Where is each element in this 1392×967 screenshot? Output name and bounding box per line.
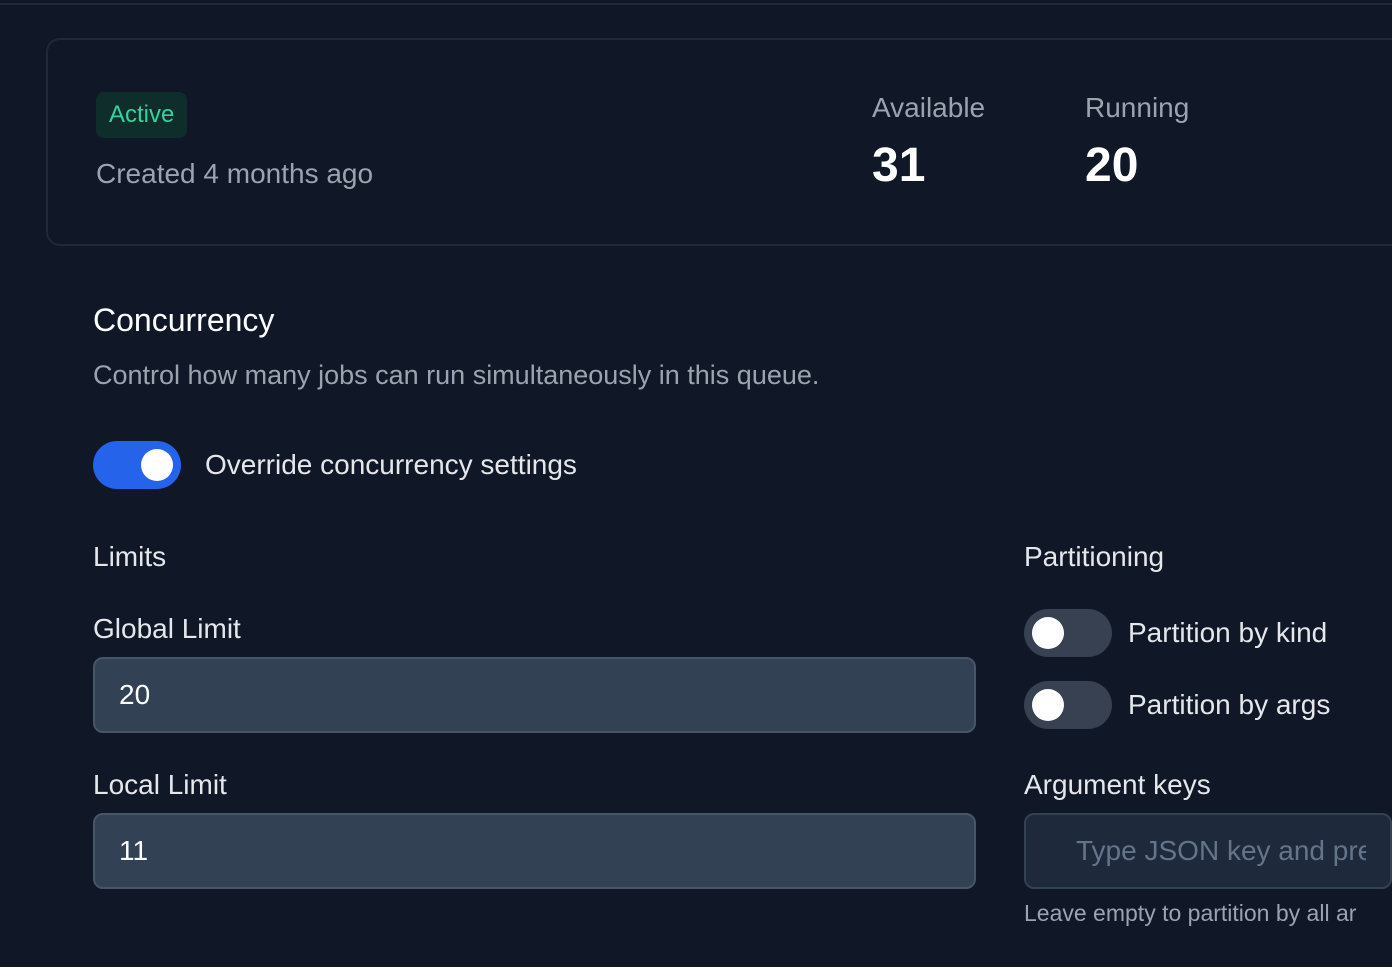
status-badge: Active [96,92,188,138]
local-limit-input[interactable] [93,813,976,889]
created-timestamp: Created 4 months ago [96,158,374,189]
toggle-knob [141,449,173,481]
stat-running: Running 20 [1085,90,1189,194]
queue-summary-card: Active Created 4 months ago Available 31… [46,38,1392,246]
stat-available: Available 31 [872,90,985,194]
stat-available-label: Available [872,92,986,123]
partition-by-args-label: Partition by args [1128,689,1331,720]
concurrency-title: Concurrency [93,302,275,338]
concurrency-description: Control how many jobs can run simultaneo… [93,360,820,390]
argument-keys-label: Argument keys [1024,769,1211,800]
argument-keys-input[interactable] [1024,813,1392,889]
stat-running-value: 20 [1085,139,1139,192]
partition-by-args-toggle[interactable] [1024,681,1112,729]
global-limit-label: Global Limit [93,613,241,644]
override-concurrency-toggle[interactable] [93,441,181,489]
partition-by-kind-toggle[interactable] [1024,609,1112,657]
partition-by-kind-label: Partition by kind [1128,617,1328,648]
local-limit-label: Local Limit [93,769,227,800]
queue-settings-page: Active Created 4 months ago Available 31… [0,0,1392,967]
override-concurrency-label: Override concurrency settings [205,449,577,480]
global-limit-input[interactable] [93,657,976,733]
stat-available-value: 31 [872,139,926,192]
toggle-knob [1032,617,1064,649]
limits-heading: Limits [93,541,167,572]
stat-running-label: Running [1085,92,1190,123]
top-divider [0,3,1392,5]
argument-keys-helper: Leave empty to partition by all ar [1024,900,1357,926]
toggle-knob [1032,689,1064,721]
partitioning-heading: Partitioning [1024,541,1165,572]
